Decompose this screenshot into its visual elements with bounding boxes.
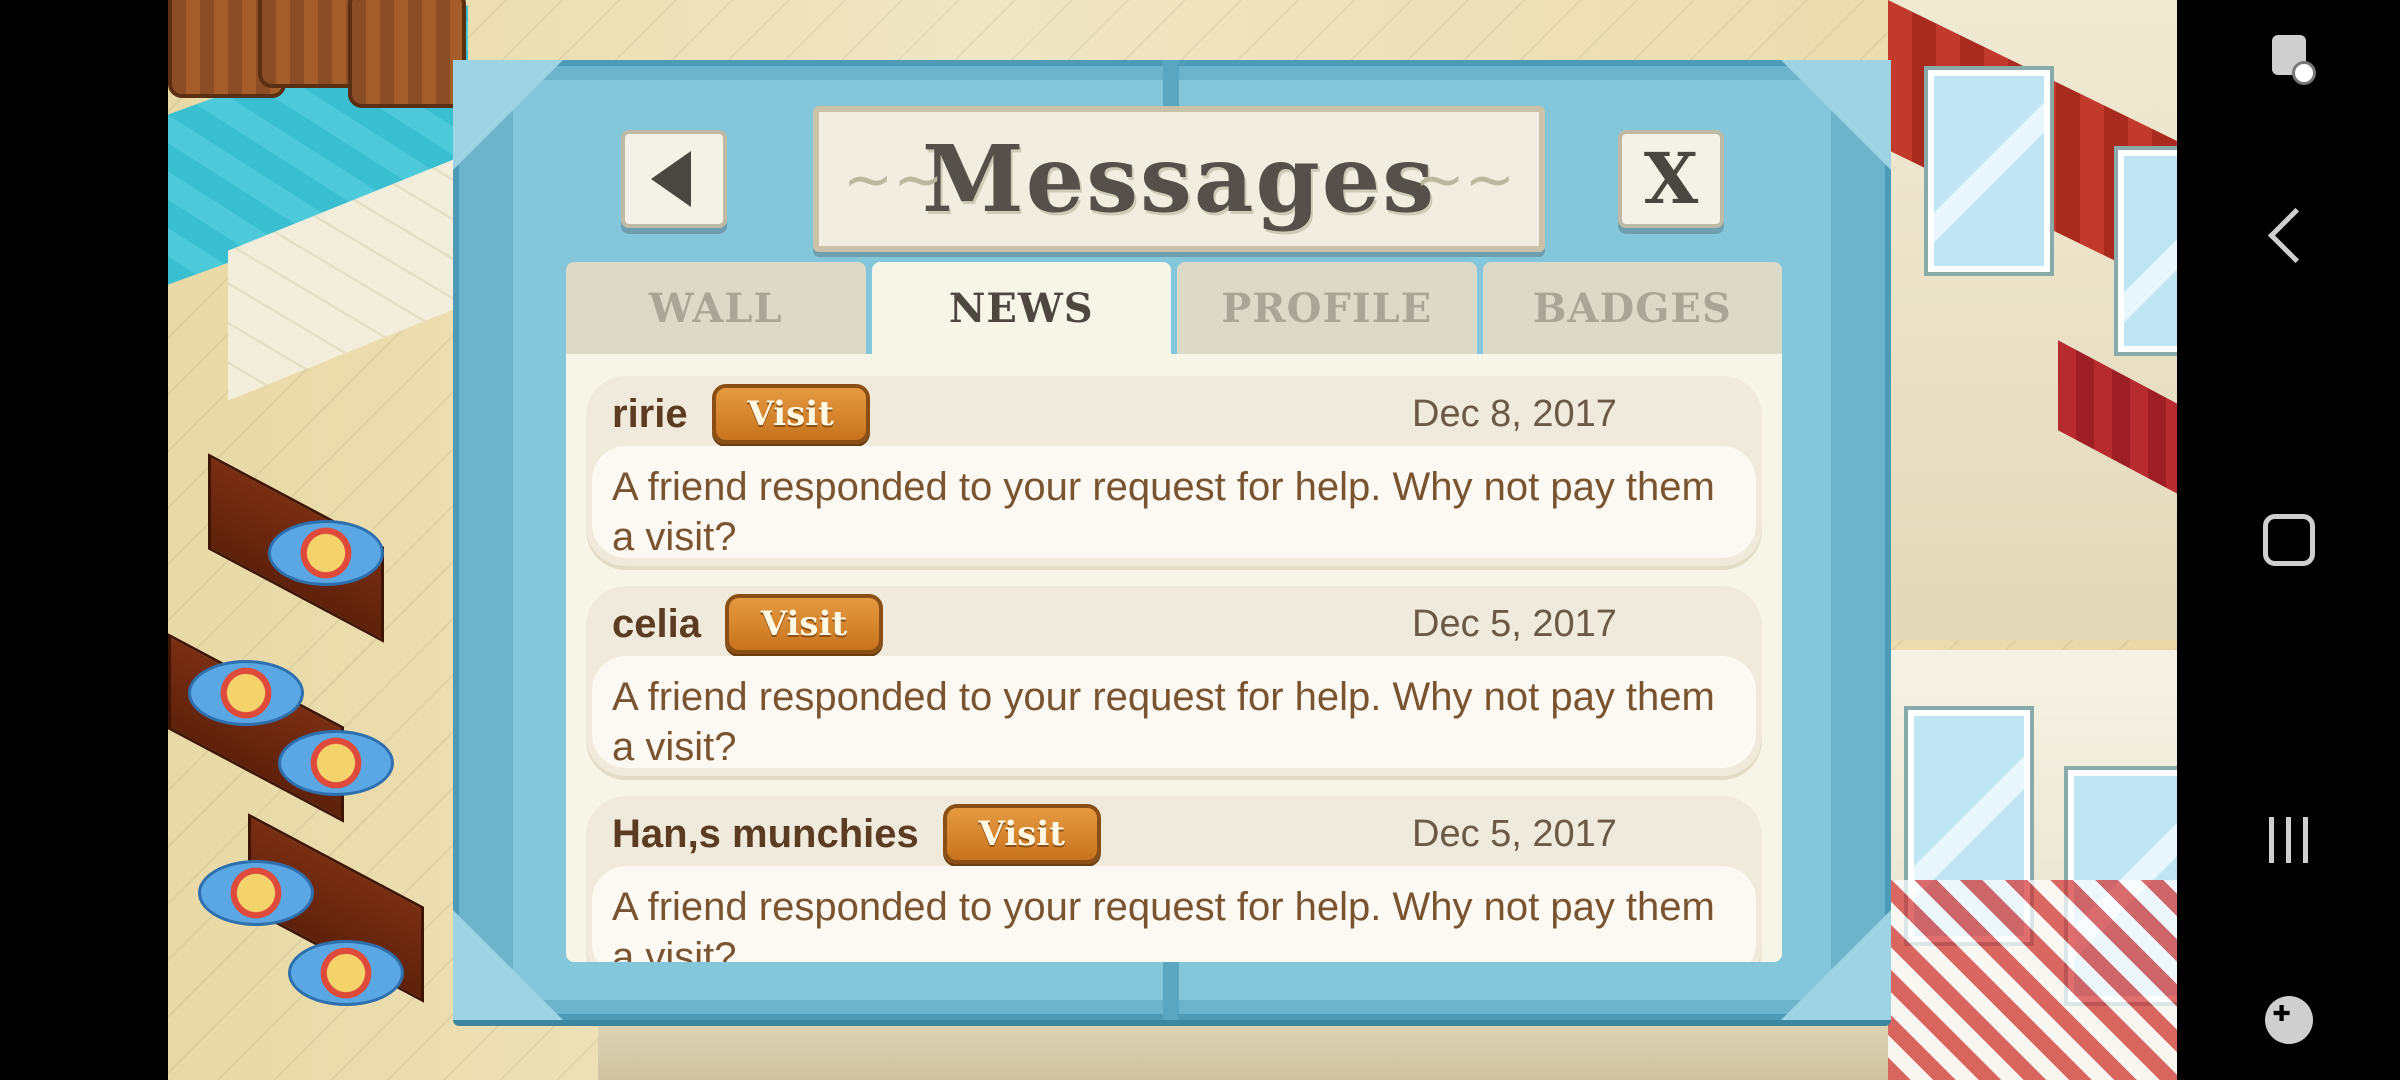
window xyxy=(2118,150,2177,352)
close-icon: X xyxy=(1643,137,1699,220)
message-text: A friend responded to your request for h… xyxy=(612,885,1715,962)
tab-badges[interactable]: BADGES xyxy=(1482,262,1782,354)
news-list[interactable]: ririe Visit Dec 8, 2017 A friend respond… xyxy=(566,354,1782,962)
tab-bar: WALL NEWS PROFILE BADGES xyxy=(566,262,1782,354)
message-body: A friend responded to your request for h… xyxy=(592,866,1756,962)
list-item: Han,s munchies Visit Dec 5, 2017 A frien… xyxy=(586,796,1762,962)
food-plate xyxy=(278,730,394,796)
checkered-counter xyxy=(1888,880,2177,1080)
message-header: Han,s munchies Visit Dec 5, 2017 xyxy=(612,800,1736,868)
nav-home-icon xyxy=(2262,514,2315,566)
game-tools-icon[interactable] xyxy=(2177,985,2400,1055)
message-header: celia Visit Dec 5, 2017 xyxy=(612,590,1736,658)
back-arrow-icon xyxy=(651,151,691,207)
accessibility-icon[interactable] xyxy=(2177,20,2400,90)
nav-back-button[interactable] xyxy=(2177,190,2400,280)
sender-name: celia xyxy=(612,601,701,646)
tab-wall[interactable]: WALL xyxy=(566,262,866,354)
message-header: ririe Visit Dec 8, 2017 xyxy=(612,380,1736,448)
swirl-ornament-icon: ~~ xyxy=(1414,145,1515,215)
visit-button[interactable]: Visit xyxy=(942,804,1101,864)
message-text: A friend responded to your request for h… xyxy=(612,675,1715,769)
messages-dialog: ~~ Messages ~~ X WALL NEWS PROFILE BADGE… xyxy=(453,60,1891,1020)
food-plate xyxy=(268,520,384,586)
back-button[interactable] xyxy=(621,130,727,228)
visit-button[interactable]: Visit xyxy=(724,594,883,654)
food-plate xyxy=(188,660,304,726)
sender-name: Han,s munchies xyxy=(612,811,919,856)
tab-news[interactable]: NEWS xyxy=(871,262,1171,354)
swirl-ornament-icon: ~~ xyxy=(843,145,944,215)
tab-profile[interactable]: PROFILE xyxy=(1177,262,1477,354)
dialog-title: Messages xyxy=(921,125,1437,233)
message-date: Dec 5, 2017 xyxy=(1412,602,1617,645)
nav-home-button[interactable] xyxy=(2177,500,2400,580)
message-date: Dec 5, 2017 xyxy=(1412,812,1617,855)
frame-post xyxy=(1163,960,1179,1020)
food-plate xyxy=(198,860,314,926)
message-body: A friend responded to your request for h… xyxy=(592,446,1756,559)
message-date: Dec 8, 2017 xyxy=(1412,392,1617,435)
visit-button[interactable]: Visit xyxy=(711,384,870,444)
list-item: celia Visit Dec 5, 2017 A friend respond… xyxy=(586,586,1762,776)
sender-name: ririe xyxy=(612,391,688,436)
message-body: A friend responded to your request for h… xyxy=(592,656,1756,769)
title-plaque: ~~ Messages ~~ xyxy=(813,106,1545,252)
nav-recents-button[interactable] xyxy=(2177,800,2400,880)
system-nav-bar xyxy=(2177,0,2400,1080)
barrel-decoration xyxy=(348,0,466,108)
list-item: ririe Visit Dec 8, 2017 A friend respond… xyxy=(586,376,1762,566)
nav-recents-icon xyxy=(2269,817,2274,863)
nav-back-icon xyxy=(2267,207,2324,263)
message-text: A friend responded to your request for h… xyxy=(612,465,1715,559)
frame-post xyxy=(1163,60,1179,108)
close-button[interactable]: X xyxy=(1618,130,1724,228)
food-plate xyxy=(288,940,404,1006)
window xyxy=(1928,70,2050,272)
